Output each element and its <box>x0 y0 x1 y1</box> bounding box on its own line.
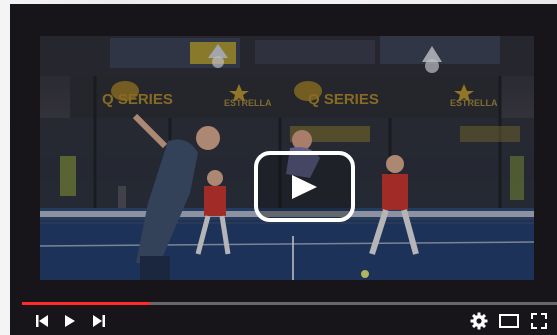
theater-mode-button[interactable] <box>498 310 520 332</box>
theater-mode-icon <box>499 314 519 328</box>
next-button[interactable] <box>88 310 110 332</box>
play-small-icon <box>65 315 75 327</box>
gear-icon <box>470 312 488 330</box>
previous-button[interactable] <box>31 310 53 332</box>
control-bar <box>10 306 557 335</box>
skip-next-icon <box>93 315 105 327</box>
skip-previous-icon <box>36 315 48 327</box>
progress-fill <box>22 302 151 305</box>
settings-button[interactable] <box>468 310 490 332</box>
fullscreen-icon <box>531 313 547 329</box>
fullscreen-button[interactable] <box>528 310 550 332</box>
play-button[interactable] <box>254 151 355 222</box>
video-player[interactable]: Q SERIES ESTRELLA Q SERIES ESTRELLA <box>10 4 557 335</box>
play-control-button[interactable] <box>59 310 81 332</box>
video-frame[interactable]: Q SERIES ESTRELLA Q SERIES ESTRELLA <box>40 36 534 280</box>
play-icon <box>292 175 317 199</box>
progress-bar[interactable] <box>22 302 557 305</box>
